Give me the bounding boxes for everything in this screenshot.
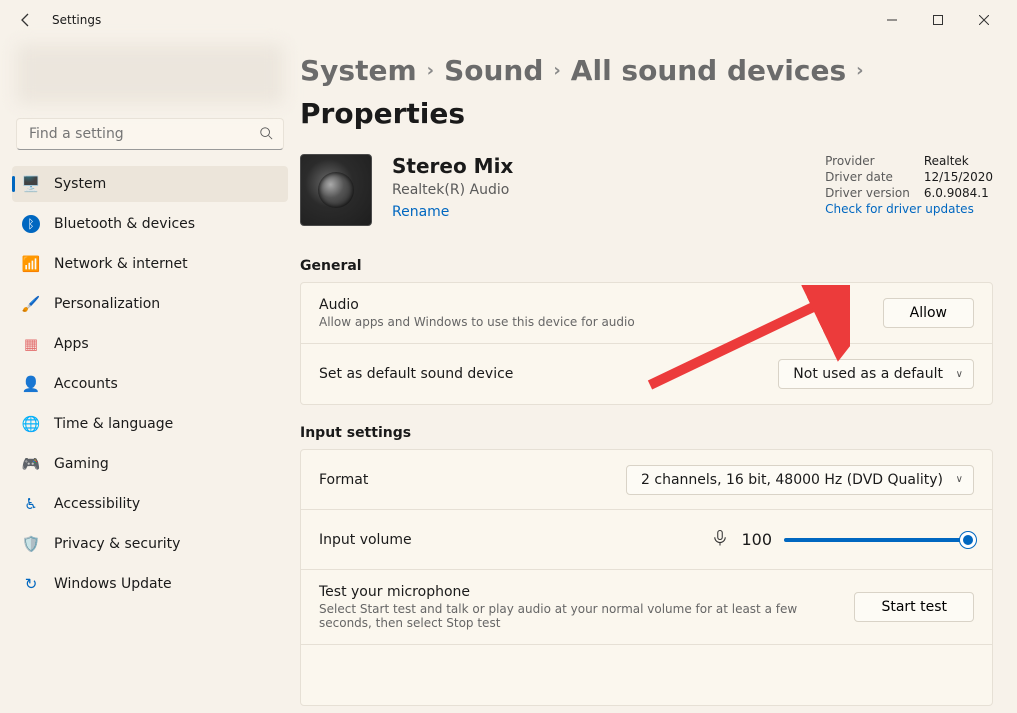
test-mic-desc: Select Start test and talk or play audio… <box>319 602 799 630</box>
sidebar-item-windows-update[interactable]: ↻ Windows Update <box>12 566 288 602</box>
general-card-group: Audio Allow apps and Windows to use this… <box>300 282 993 405</box>
driver-info: Provider Realtek Driver date 12/15/2020 … <box>825 154 993 216</box>
sidebar-item-time-language[interactable]: 🌐 Time & language <box>12 406 288 442</box>
test-mic-row: Test your microphone Select Start test a… <box>301 570 992 645</box>
sidebar-item-label: Network & internet <box>54 256 188 272</box>
breadcrumb-current: Properties <box>300 97 465 130</box>
content: System › Sound › All sound devices › Pro… <box>300 40 1017 713</box>
sidebar-item-bluetooth[interactable]: ᛒ Bluetooth & devices <box>12 206 288 242</box>
sidebar: 🖥️ System ᛒ Bluetooth & devices 📶 Networ… <box>0 40 300 713</box>
rename-link[interactable]: Rename <box>392 204 449 220</box>
nav: 🖥️ System ᛒ Bluetooth & devices 📶 Networ… <box>12 164 288 604</box>
driver-version-value: 6.0.9084.1 <box>924 186 993 200</box>
accounts-icon: 👤 <box>22 375 40 393</box>
volume-row: Input volume 100 <box>301 510 992 570</box>
input-card-group: Format 2 channels, 16 bit, 48000 Hz (DVD… <box>300 449 993 706</box>
sidebar-item-label: Personalization <box>54 296 160 312</box>
speaker-device-icon <box>300 154 372 226</box>
provider-label: Provider <box>825 154 910 168</box>
microphone-icon[interactable] <box>711 529 729 551</box>
device-name: Stereo Mix <box>392 154 513 178</box>
partial-row-cutoff <box>301 645 992 705</box>
accessibility-icon: ♿ <box>22 495 40 513</box>
sidebar-item-system[interactable]: 🖥️ System <box>12 166 288 202</box>
sidebar-item-label: Windows Update <box>54 576 172 592</box>
check-driver-updates-link[interactable]: Check for driver updates <box>825 202 993 216</box>
sidebar-item-label: Gaming <box>54 456 109 472</box>
audio-row-title: Audio <box>319 297 635 313</box>
network-icon: 📶 <box>22 255 40 273</box>
user-account-block[interactable] <box>16 44 284 104</box>
volume-value: 100 <box>741 530 772 549</box>
sidebar-item-network[interactable]: 📶 Network & internet <box>12 246 288 282</box>
sidebar-item-gaming[interactable]: 🎮 Gaming <box>12 446 288 482</box>
driver-date-value: 12/15/2020 <box>924 170 993 184</box>
search-input-wrapper[interactable] <box>16 118 284 150</box>
chevron-right-icon: › <box>427 60 434 81</box>
sidebar-item-label: Bluetooth & devices <box>54 216 195 232</box>
minimize-button[interactable] <box>869 4 915 36</box>
sidebar-item-accounts[interactable]: 👤 Accounts <box>12 366 288 402</box>
sidebar-item-label: System <box>54 176 106 192</box>
apps-icon: ▦ <box>22 335 40 353</box>
default-device-dropdown[interactable]: Not used as a default <box>778 359 974 389</box>
bluetooth-icon: ᛒ <box>22 215 40 233</box>
breadcrumb-sound[interactable]: Sound <box>444 54 543 87</box>
maximize-icon <box>933 15 943 25</box>
test-mic-title: Test your microphone <box>319 584 799 600</box>
close-button[interactable] <box>961 4 1007 36</box>
window-title: Settings <box>52 13 101 27</box>
driver-version-label: Driver version <box>825 186 910 200</box>
sidebar-item-apps[interactable]: ▦ Apps <box>12 326 288 362</box>
privacy-icon: 🛡️ <box>22 535 40 553</box>
allow-button[interactable]: Allow <box>883 298 974 328</box>
default-device-value: Not used as a default <box>793 366 943 382</box>
chevron-right-icon: › <box>553 60 560 81</box>
minimize-icon <box>887 15 897 25</box>
device-description: Realtek(R) Audio <box>392 182 513 198</box>
chevron-right-icon: › <box>856 60 863 81</box>
driver-date-label: Driver date <box>825 170 910 184</box>
system-icon: 🖥️ <box>22 175 40 193</box>
windows-update-icon: ↻ <box>22 575 40 593</box>
sidebar-item-privacy[interactable]: 🛡️ Privacy & security <box>12 526 288 562</box>
default-device-title: Set as default sound device <box>319 366 513 382</box>
sidebar-item-label: Accounts <box>54 376 118 392</box>
provider-value: Realtek <box>924 154 993 168</box>
audio-row-desc: Allow apps and Windows to use this devic… <box>319 315 635 329</box>
arrow-left-icon <box>18 12 34 28</box>
breadcrumb-all-sound-devices[interactable]: All sound devices <box>571 54 846 87</box>
close-icon <box>979 15 989 25</box>
maximize-button[interactable] <box>915 4 961 36</box>
format-title: Format <box>319 472 368 488</box>
personalization-icon: 🖌️ <box>22 295 40 313</box>
back-button[interactable] <box>10 4 42 36</box>
section-title-input: Input settings <box>300 425 993 441</box>
search-icon <box>259 125 273 144</box>
sidebar-item-label: Apps <box>54 336 89 352</box>
section-title-general: General <box>300 258 993 274</box>
format-value: 2 channels, 16 bit, 48000 Hz (DVD Qualit… <box>641 472 943 488</box>
volume-slider[interactable] <box>784 530 974 550</box>
format-dropdown[interactable]: 2 channels, 16 bit, 48000 Hz (DVD Qualit… <box>626 465 974 495</box>
sidebar-item-label: Accessibility <box>54 496 140 512</box>
audio-row: Audio Allow apps and Windows to use this… <box>301 283 992 344</box>
breadcrumb-system[interactable]: System <box>300 54 417 87</box>
sidebar-item-label: Time & language <box>54 416 173 432</box>
start-test-button[interactable]: Start test <box>854 592 974 622</box>
device-header: Stereo Mix Realtek(R) Audio Rename Provi… <box>300 154 993 226</box>
time-language-icon: 🌐 <box>22 415 40 433</box>
volume-title: Input volume <box>319 532 412 548</box>
gaming-icon: 🎮 <box>22 455 40 473</box>
format-row: Format 2 channels, 16 bit, 48000 Hz (DVD… <box>301 450 992 510</box>
sidebar-item-personalization[interactable]: 🖌️ Personalization <box>12 286 288 322</box>
breadcrumb: System › Sound › All sound devices › Pro… <box>300 54 993 130</box>
sidebar-item-accessibility[interactable]: ♿ Accessibility <box>12 486 288 522</box>
sidebar-item-label: Privacy & security <box>54 536 180 552</box>
titlebar: Settings <box>0 0 1017 40</box>
default-device-row: Set as default sound device Not used as … <box>301 344 992 404</box>
search-input[interactable] <box>27 125 259 143</box>
